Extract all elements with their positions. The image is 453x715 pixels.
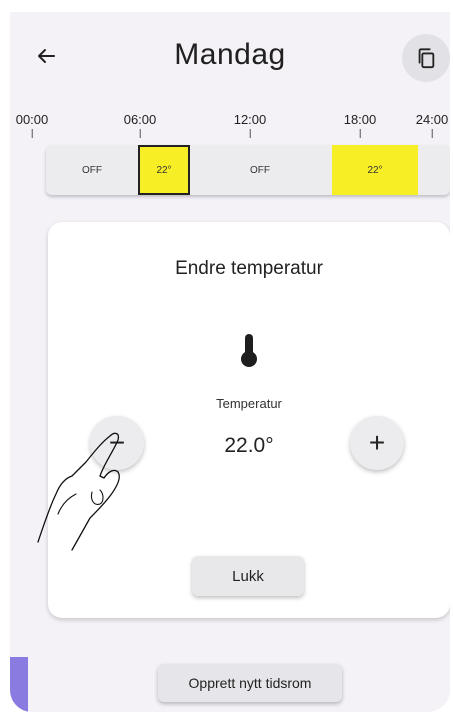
edit-temperature-dialog: Endre temperatur Temperatur − 22.0° + Lu…	[48, 222, 450, 618]
time-tick: 00:00	[16, 112, 48, 138]
close-button[interactable]: Lukk	[192, 556, 304, 596]
schedule-bar: OFF 22° OFF 22°	[46, 145, 450, 195]
schedule-segment-off[interactable]: OFF	[46, 145, 138, 195]
time-tick: 18:00	[344, 112, 376, 138]
copy-icon	[418, 48, 435, 69]
time-axis: 00:00 06:00 12:00 18:00 24:00	[16, 112, 448, 142]
page-title: Mandag	[174, 38, 286, 71]
copy-button[interactable]	[402, 34, 450, 82]
time-tick: 06:00	[124, 112, 156, 138]
schedule-segment-heat[interactable]: 22°	[332, 145, 418, 195]
time-tick: 12:00	[234, 112, 266, 138]
time-tick: 24:00	[416, 112, 448, 138]
schedule-segment-off[interactable]: OFF	[190, 145, 330, 195]
temperature-label: Temperatur	[216, 396, 282, 411]
app-screen: Mandag 00:00 06:00 12:00 18:00 24:00 OFF…	[10, 12, 450, 712]
schedule-segment-selected[interactable]: 22°	[138, 145, 190, 195]
corner-accent	[10, 657, 28, 712]
increase-temperature-button[interactable]: +	[350, 416, 404, 470]
thermometer-icon	[240, 334, 258, 373]
new-timespan-button[interactable]: Opprett nytt tidsrom	[158, 664, 342, 702]
app-header: Mandag	[10, 12, 450, 88]
dialog-title: Endre temperatur	[175, 258, 323, 279]
